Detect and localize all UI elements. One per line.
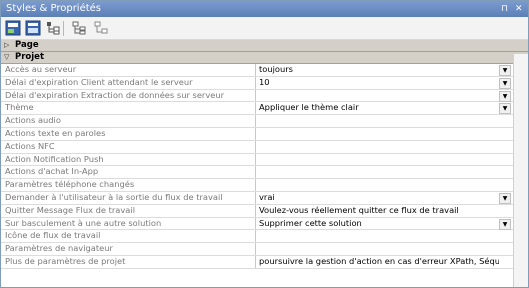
property-name: Sur basculement à une autre solution [5, 217, 162, 228]
property-value[interactable]: vrai [259, 192, 499, 204]
collapse-arrow-icon: ▽ [4, 53, 10, 61]
property-row[interactable]: Icône de flux de travail... [1, 230, 528, 244]
property-row[interactable]: Actions audio... [1, 115, 528, 128]
property-name: Icône de flux de travail [5, 230, 101, 241]
property-value-cell[interactable]: ▼ [255, 89, 513, 102]
property-value-cell[interactable]: ... [255, 140, 525, 153]
group-label: Page [15, 40, 39, 50]
property-row[interactable]: Délai d'expiration Client attendant le s… [1, 76, 528, 90]
property-value[interactable]: poursuivre la gestion d'action en cas d'… [259, 256, 499, 268]
vertical-scrollbar[interactable] [513, 54, 528, 287]
property-value-cell[interactable]: toujours ▼ [255, 64, 513, 76]
panel-titlebar: Styles & Propriétés ⊓ ✕ [1, 1, 528, 17]
group-projet[interactable]: ▽ Projet [1, 52, 528, 64]
property-row[interactable]: Actions texte en paroles... [1, 127, 528, 141]
dropdown-arrow-icon[interactable]: ▼ [499, 77, 511, 89]
property-row[interactable]: Action Notification Push... [1, 153, 528, 167]
property-row[interactable]: Actions d'achat In-App... [1, 166, 528, 180]
property-row[interactable]: Délai d'expiration Extraction de données… [1, 89, 528, 103]
property-row[interactable]: Paramètres téléphone changés... [1, 179, 528, 192]
dropdown-arrow-icon[interactable]: ▼ [499, 90, 511, 102]
toolbar-separator [63, 21, 64, 36]
dropdown-arrow-icon[interactable]: ▼ [499, 218, 511, 230]
property-row[interactable]: Demander à l'utilisateur à la sortie du … [1, 191, 528, 205]
expand-arrow-icon: ▷ [4, 41, 10, 49]
dropdown-arrow-icon[interactable]: ▼ [499, 192, 511, 204]
property-value-cell[interactable]: ... [255, 166, 525, 179]
expand-icon[interactable] [71, 20, 87, 36]
property-name: Demander à l'utilisateur à la sortie du … [5, 191, 223, 202]
property-name: Plus de paramètres de projet [5, 255, 126, 266]
styles-properties-panel: Styles & Propriétés ⊓ ✕ ▷ Page ▽ Projet … [0, 0, 529, 288]
dropdown-arrow-icon[interactable]: ▼ [499, 103, 511, 115]
property-row[interactable]: Thème Appliquer le thème clair ▼ [1, 102, 528, 116]
property-name: Quitter Message Flux de travail [5, 204, 135, 215]
property-value[interactable]: Supprimer cette solution [259, 218, 499, 230]
property-value-cell[interactable]: ... [255, 153, 525, 166]
property-value-cell[interactable]: Appliquer le thème clair ▼ [255, 102, 513, 115]
property-row[interactable]: Paramètres de navigateur... [1, 243, 528, 256]
property-value-cell[interactable]: ... [255, 115, 525, 128]
property-name: Actions d'achat In-App [5, 166, 99, 177]
group-label: Projet [15, 52, 45, 62]
property-row[interactable]: Quitter Message Flux de travail Voulez-vo… [1, 204, 528, 218]
property-name: Délai d'expiration Client attendant le s… [5, 76, 193, 87]
property-value-cell[interactable]: vrai ▼ [255, 191, 513, 204]
tree-icon[interactable] [45, 20, 61, 36]
property-value[interactable]: toujours [259, 64, 499, 76]
property-row[interactable]: Actions NFC... [1, 140, 528, 154]
property-value[interactable]: Voulez-vous réellement quitter ce flux d… [259, 205, 499, 217]
property-value-cell[interactable]: ... [255, 230, 525, 243]
pin-icon[interactable]: ⊓ [501, 1, 508, 17]
property-value[interactable]: Appliquer le thème clair [259, 102, 499, 114]
property-name: Actions texte en paroles [5, 127, 106, 138]
property-name: Thème [5, 102, 34, 113]
property-name: Actions audio [5, 115, 61, 126]
property-value-cell[interactable]: ... [255, 243, 525, 256]
property-name: Actions NFC [5, 140, 55, 151]
property-value-cell[interactable]: poursuivre la gestion d'action en cas d'… [255, 255, 525, 268]
property-name: Accès au serveur [5, 64, 77, 74]
property-value-cell[interactable]: Voulez-vous réellement quitter ce flux d… [255, 204, 513, 217]
close-icon[interactable]: ✕ [515, 1, 523, 17]
property-value[interactable]: 10 [259, 77, 499, 89]
properties-icon[interactable] [25, 20, 41, 36]
property-value-cell[interactable]: 10 ▼ [255, 76, 513, 89]
property-value-cell[interactable]: Supprimer cette solution ▼ [255, 217, 513, 230]
property-name: Paramètres téléphone changés [5, 179, 135, 190]
toolbar [1, 17, 528, 40]
panel-title: Styles & Propriétés [6, 3, 102, 14]
property-name: Action Notification Push [5, 153, 104, 164]
property-row[interactable]: Accès au serveur toujours ▼ [1, 64, 528, 77]
property-name: Délai d'expiration Extraction de données… [5, 89, 225, 100]
property-row[interactable]: Sur basculement à une autre solution Supp… [1, 217, 528, 231]
property-value-cell[interactable]: ... [255, 179, 525, 192]
group-page[interactable]: ▷ Page [1, 40, 528, 52]
properties-grid: ▷ Page ▽ Projet Accès au serveur toujours… [1, 40, 528, 269]
style-icon[interactable] [5, 20, 21, 36]
dropdown-arrow-icon[interactable]: ▼ [499, 65, 511, 76]
property-value-cell[interactable]: ... [255, 127, 525, 140]
collapse-icon[interactable] [93, 20, 109, 36]
property-name: Paramètres de navigateur [5, 243, 113, 254]
property-rows: Accès au serveur toujours ▼ Délai d'expirat… [1, 64, 528, 269]
property-row[interactable]: Plus de paramètres de projet poursuivre l… [1, 255, 528, 269]
